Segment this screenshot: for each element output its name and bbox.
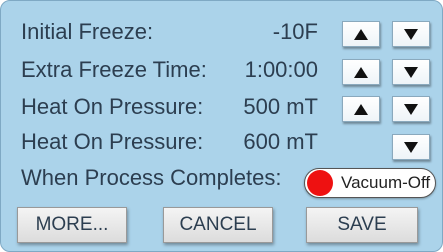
- heat-on-pressure-label: Heat On Pressure:: [21, 94, 204, 119]
- down-arrow-icon: [404, 103, 418, 115]
- cancel-button[interactable]: CANCEL: [163, 207, 273, 243]
- heat-on-pressure-2-label: Heat On Pressure:: [21, 129, 204, 154]
- down-arrow-icon: [404, 66, 418, 78]
- settings-panel: Initial Freeze: -10F Extra Freeze Time: …: [0, 0, 443, 252]
- toggle-label: Vacuum-Off: [341, 173, 431, 192]
- up-arrow-icon: [354, 28, 368, 40]
- extra-freeze-time-increase-button[interactable]: [342, 59, 380, 85]
- heat-on-pressure-value: 500 mT: [243, 94, 318, 119]
- down-arrow-icon: [404, 141, 418, 153]
- heat-on-pressure-increase-button[interactable]: [342, 96, 380, 122]
- extra-freeze-time-decrease-button[interactable]: [392, 59, 430, 85]
- vacuum-off-toggle[interactable]: Vacuum-Off: [304, 168, 436, 198]
- extra-freeze-time-value: 1:00:00: [244, 57, 318, 82]
- extra-freeze-time-label: Extra Freeze Time:: [21, 57, 207, 82]
- heat-on-pressure-2-value: 600 mT: [243, 129, 318, 154]
- more-button[interactable]: MORE...: [17, 207, 127, 243]
- heat-on-pressure-2-decrease-button[interactable]: [392, 134, 430, 160]
- initial-freeze-label: Initial Freeze:: [21, 19, 154, 44]
- when-process-completes-label: When Process Completes:: [21, 165, 282, 190]
- heat-on-pressure-decrease-button[interactable]: [392, 96, 430, 122]
- up-arrow-icon: [354, 66, 368, 78]
- down-arrow-icon: [404, 28, 418, 40]
- initial-freeze-increase-button[interactable]: [342, 21, 380, 47]
- initial-freeze-value: -10F: [272, 19, 318, 44]
- initial-freeze-decrease-button[interactable]: [392, 21, 430, 47]
- save-button[interactable]: SAVE: [306, 207, 418, 243]
- up-arrow-icon: [354, 103, 368, 115]
- status-indicator-icon: [307, 170, 333, 196]
